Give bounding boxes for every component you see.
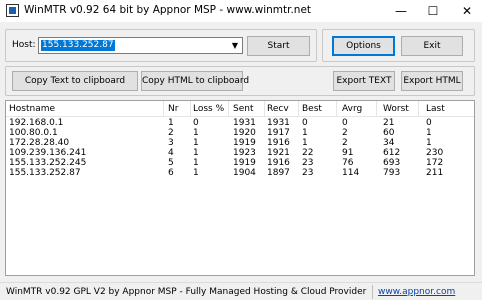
exit-button[interactable]: Exit xyxy=(401,36,463,56)
cell-last: 0 xyxy=(426,118,432,128)
app-icon xyxy=(6,4,19,17)
cell-loss: 1 xyxy=(193,128,199,138)
minimize-icon[interactable]: — xyxy=(386,0,416,22)
cell-nr: 4 xyxy=(168,148,174,158)
cell-sent: 1904 xyxy=(233,168,256,178)
copy-text-button[interactable]: Copy Text to clipboard xyxy=(12,71,138,91)
cell-sent: 1923 xyxy=(233,148,256,158)
cell-worst: 34 xyxy=(383,138,395,148)
cell-worst: 21 xyxy=(383,118,395,128)
cell-worst: 693 xyxy=(383,158,401,168)
column-header-loss[interactable]: Loss % xyxy=(193,104,224,114)
maximize-icon[interactable]: ☐ xyxy=(418,0,448,22)
export-text-button[interactable]: Export TEXT xyxy=(333,71,395,91)
cell-loss: 1 xyxy=(193,138,199,148)
cell-sent: 1919 xyxy=(233,158,256,168)
title-bar: WinMTR v0.92 64 bit by Appnor MSP - www.… xyxy=(0,0,482,22)
column-header-last[interactable]: Last xyxy=(426,104,445,114)
export-html-button[interactable]: Export HTML xyxy=(401,71,463,91)
cell-best: 22 xyxy=(302,148,314,158)
cell-loss: 1 xyxy=(193,158,199,168)
host-input[interactable]: 155.133.252.87 xyxy=(41,40,115,51)
cell-loss: 1 xyxy=(193,168,199,178)
column-header-worst[interactable]: Worst xyxy=(383,104,409,114)
cell-sent: 1931 xyxy=(233,118,256,128)
cell-avrg: 76 xyxy=(342,158,354,168)
cell-sent: 1919 xyxy=(233,138,256,148)
cell-nr: 2 xyxy=(168,128,174,138)
host-label: Host: xyxy=(12,40,36,50)
cell-last: 230 xyxy=(426,148,444,158)
cell-last: 1 xyxy=(426,128,432,138)
cell-best: 23 xyxy=(302,158,314,168)
cell-avrg: 2 xyxy=(342,128,348,138)
cell-recv: 1917 xyxy=(267,128,290,138)
cell-hostname: 109.239.136.241 xyxy=(9,148,87,158)
cell-recv: 1921 xyxy=(267,148,290,158)
cell-avrg: 0 xyxy=(342,118,348,128)
cell-hostname: 100.80.0.1 xyxy=(9,128,58,138)
column-header-avrg[interactable]: Avrg xyxy=(342,104,362,114)
table-row[interactable]: 172.28.28.40 3 1 1919 1916 1 2 34 1 xyxy=(6,138,474,148)
close-icon[interactable]: ✕ xyxy=(452,0,482,22)
cell-avrg: 2 xyxy=(342,138,348,148)
copy-html-button[interactable]: Copy HTML to clipboard xyxy=(141,71,249,91)
cell-best: 1 xyxy=(302,128,308,138)
cell-nr: 6 xyxy=(168,168,174,178)
cell-nr: 5 xyxy=(168,158,174,168)
table-header: Hostname Nr Loss % Sent Recv Best Avrg W… xyxy=(6,101,474,117)
column-header-hostname[interactable]: Hostname xyxy=(9,104,55,114)
cell-nr: 3 xyxy=(168,138,174,148)
cell-last: 1 xyxy=(426,138,432,148)
cell-worst: 60 xyxy=(383,128,395,138)
results-table[interactable]: Hostname Nr Loss % Sent Recv Best Avrg W… xyxy=(5,100,475,276)
cell-recv: 1931 xyxy=(267,118,290,128)
cell-recv: 1916 xyxy=(267,138,290,148)
cell-last: 211 xyxy=(426,168,444,178)
column-header-nr[interactable]: Nr xyxy=(168,104,178,114)
cell-loss: 1 xyxy=(193,148,199,158)
window-title: WinMTR v0.92 64 bit by Appnor MSP - www.… xyxy=(24,4,312,16)
cell-avrg: 114 xyxy=(342,168,360,178)
table-row[interactable]: 155.133.252.87 6 1 1904 1897 23 114 793 … xyxy=(6,168,474,178)
start-button[interactable]: Start xyxy=(247,36,310,56)
column-header-sent[interactable]: Sent xyxy=(233,104,253,114)
chevron-down-icon[interactable]: ▼ xyxy=(228,38,242,53)
table-row[interactable]: 192.168.0.1 1 0 1931 1931 0 0 21 0 xyxy=(6,118,474,128)
cell-nr: 1 xyxy=(168,118,174,128)
cell-hostname: 155.133.252.245 xyxy=(9,158,87,168)
cell-avrg: 91 xyxy=(342,148,354,158)
cell-hostname: 155.133.252.87 xyxy=(9,168,81,178)
cell-best: 0 xyxy=(302,118,308,128)
cell-sent: 1920 xyxy=(233,128,256,138)
table-row[interactable]: 155.133.252.245 5 1 1919 1916 23 76 693 … xyxy=(6,158,474,168)
status-text: WinMTR v0.92 GPL V2 by Appnor MSP - Full… xyxy=(6,287,367,297)
table-row[interactable]: 100.80.0.1 2 1 1920 1917 1 2 60 1 xyxy=(6,128,474,138)
cell-recv: 1916 xyxy=(267,158,290,168)
table-row[interactable]: 109.239.136.241 4 1 1923 1921 22 91 612 … xyxy=(6,148,474,158)
options-button[interactable]: Options xyxy=(332,36,395,56)
cell-worst: 612 xyxy=(383,148,401,158)
cell-loss: 0 xyxy=(193,118,199,128)
cell-best: 1 xyxy=(302,138,308,148)
cell-hostname: 172.28.28.40 xyxy=(9,138,70,148)
column-header-recv[interactable]: Recv xyxy=(267,104,289,114)
column-header-best[interactable]: Best xyxy=(302,104,322,114)
cell-last: 172 xyxy=(426,158,444,168)
cell-hostname: 192.168.0.1 xyxy=(9,118,64,128)
status-bar: WinMTR v0.92 GPL V2 by Appnor MSP - Full… xyxy=(0,282,482,300)
cell-recv: 1897 xyxy=(267,168,290,178)
cell-best: 23 xyxy=(302,168,314,178)
host-combobox[interactable]: 155.133.252.87 ▼ xyxy=(38,37,243,54)
cell-worst: 793 xyxy=(383,168,401,178)
appnor-link[interactable]: www.appnor.com xyxy=(378,287,455,297)
